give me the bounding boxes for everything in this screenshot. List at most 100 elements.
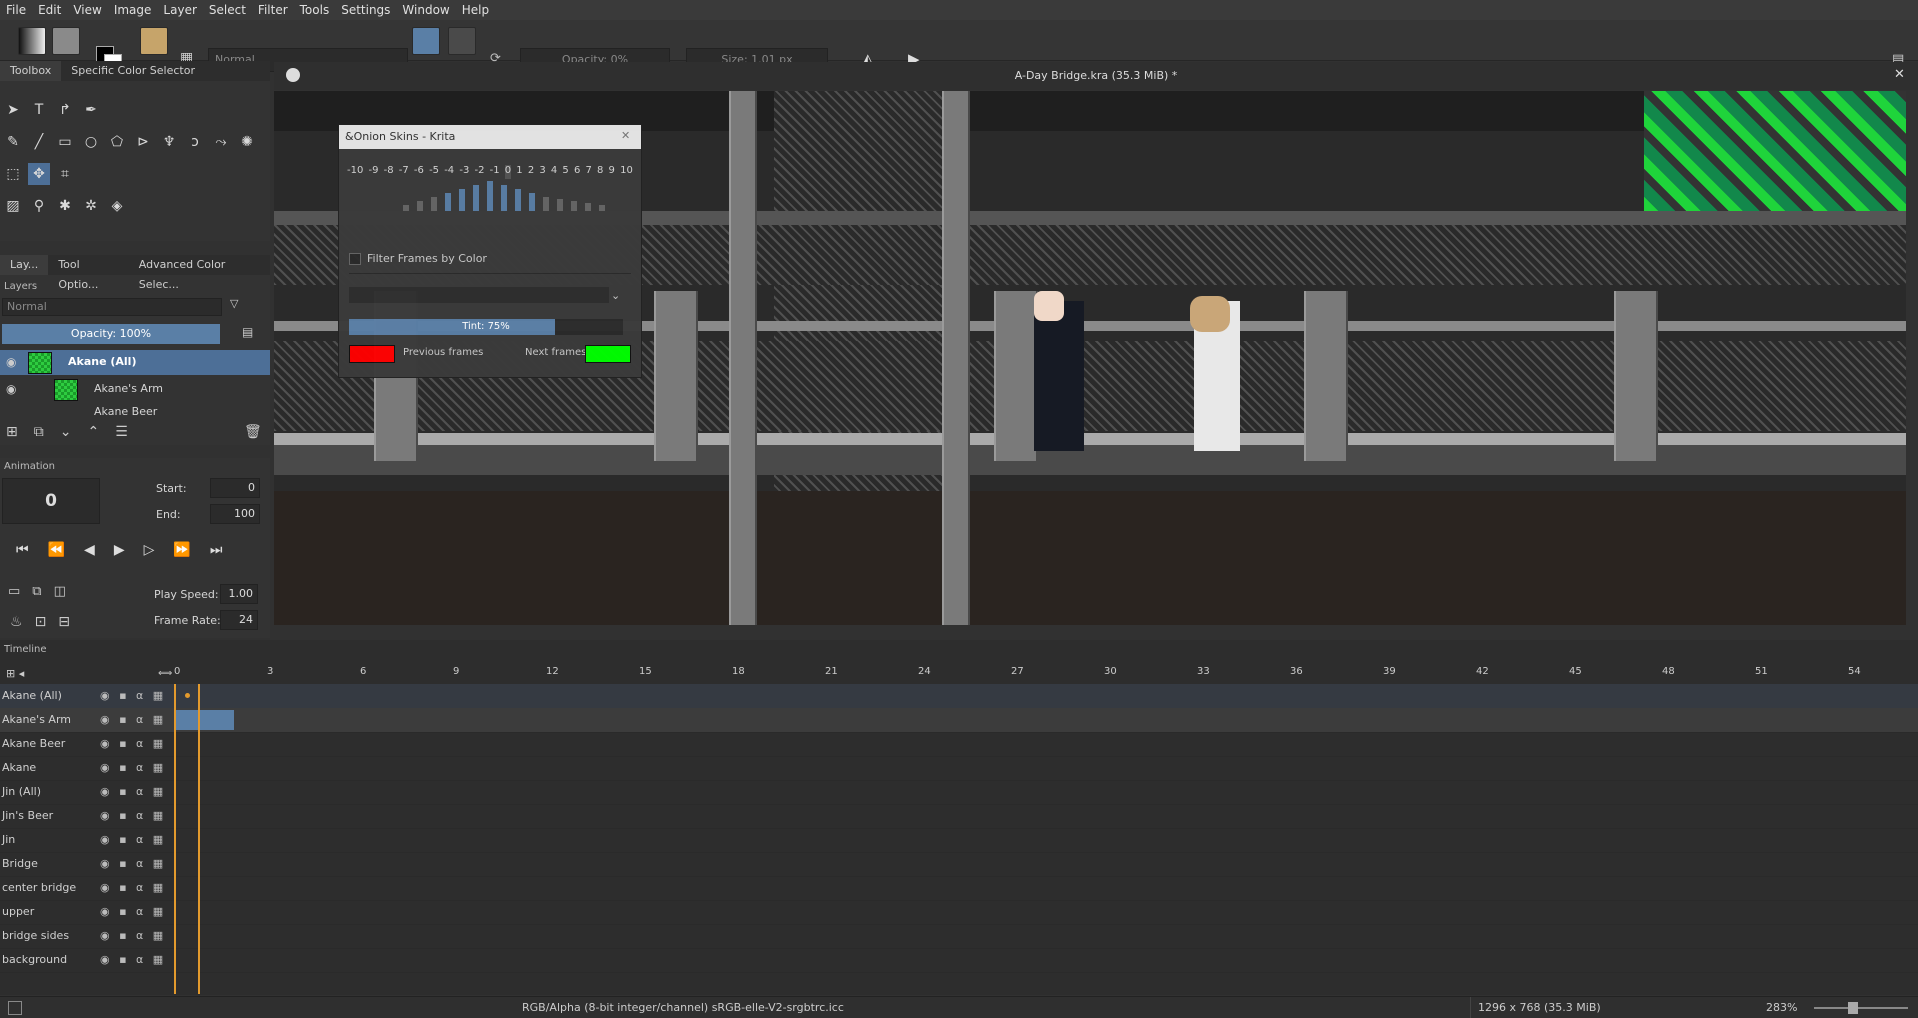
menu-edit[interactable]: Edit: [32, 0, 67, 20]
next-frame-icon[interactable]: ▷: [144, 542, 174, 558]
move-tool-icon[interactable]: ✥: [28, 163, 50, 185]
filter-frames-checkbox[interactable]: [349, 253, 361, 265]
timeline-layer-row[interactable]: Jin ◉ ▪ α ▦: [0, 828, 1918, 853]
tab-layers[interactable]: Lay...: [0, 255, 49, 275]
layer-toggle-icons[interactable]: ◉ ▪ α ▦: [100, 828, 166, 852]
timeline-layer-row[interactable]: Akane's Arm ◉ ▪ α ▦: [0, 708, 1918, 733]
onion-frame-number[interactable]: -9: [369, 165, 379, 179]
menu-select[interactable]: Select: [203, 0, 252, 20]
visibility-eye-icon[interactable]: ◉: [6, 382, 16, 396]
onion-opacity-bar[interactable]: [445, 193, 451, 211]
tab-tool-options[interactable]: Tool Optio...: [48, 255, 128, 291]
layer-toggle-icons[interactable]: ◉ ▪ α ▦: [100, 780, 166, 804]
auto-key-icon[interactable]: ⊟: [58, 614, 82, 630]
edit-shapes-icon[interactable]: ↱: [54, 99, 76, 121]
layer-menu-icon[interactable]: ▤: [242, 325, 253, 339]
onion-opacity-bar[interactable]: [571, 201, 577, 211]
onion-opacity-bar[interactable]: [459, 189, 465, 211]
layer-toggle-icons[interactable]: ◉ ▪ α ▦: [100, 804, 166, 828]
onion-opacity-bar[interactable]: [417, 201, 423, 211]
menu-filter[interactable]: Filter: [252, 0, 294, 20]
onion-frame-number[interactable]: -6: [414, 165, 424, 179]
prev-keyframe-icon[interactable]: ⏪: [48, 542, 84, 558]
layer-row[interactable]: ◉ Akane's Arm: [0, 377, 270, 402]
menu-window[interactable]: Window: [396, 0, 455, 20]
layer-toggle-icons[interactable]: ◉ ▪ α ▦: [100, 756, 166, 780]
color-picker-icon[interactable]: ⚲: [28, 195, 50, 217]
onion-frame-number[interactable]: -2: [474, 165, 484, 179]
smart-patch-icon[interactable]: ✱: [54, 195, 76, 217]
onion-opacity-bar[interactable]: [515, 189, 521, 211]
onion-frame-number[interactable]: -4: [444, 165, 454, 179]
previous-frames-color[interactable]: [349, 345, 395, 363]
transform-tool-icon[interactable]: ⬚: [2, 163, 24, 185]
calligraphy-icon[interactable]: ✒: [80, 99, 102, 121]
select-shapes-icon[interactable]: ➤: [2, 99, 24, 121]
line-tool-icon[interactable]: ╱: [28, 131, 50, 153]
move-up-icon[interactable]: ⌃: [87, 424, 115, 440]
bezier-tool-icon[interactable]: ♆: [158, 131, 180, 153]
onion-frame-number[interactable]: 7: [585, 165, 591, 179]
remove-frame-icon[interactable]: ◫: [54, 584, 78, 599]
fill-tool-icon[interactable]: ◈: [106, 195, 128, 217]
filter-icon[interactable]: ▽: [230, 297, 238, 310]
dynamic-brush-icon[interactable]: ⤳: [210, 131, 232, 153]
onion-frame-number[interactable]: 3: [539, 165, 545, 179]
timeline-layer-row[interactable]: Jin (All) ◉ ▪ α ▦: [0, 780, 1918, 805]
drop-frames-icon[interactable]: ⊡: [35, 614, 59, 630]
timeline-layer-row[interactable]: Bridge ◉ ▪ α ▦: [0, 852, 1918, 877]
layer-row[interactable]: Akane Beer: [0, 403, 270, 417]
eraser-mode-button[interactable]: [412, 27, 440, 55]
onion-opacity-bar[interactable]: [403, 205, 409, 211]
keyframe-marker[interactable]: [185, 693, 190, 698]
last-frame-icon[interactable]: ⏭: [210, 542, 242, 558]
layer-toggle-icons[interactable]: ◉ ▪ α ▦: [100, 708, 166, 732]
onion-frame-number[interactable]: 6: [574, 165, 580, 179]
timeline-layer-row[interactable]: center bridge ◉ ▪ α ▦: [0, 876, 1918, 901]
onion-frame-number[interactable]: -5: [429, 165, 439, 179]
layer-toggle-icons[interactable]: ◉ ▪ α ▦: [100, 684, 166, 708]
rectangle-tool-icon[interactable]: ▭: [54, 131, 76, 153]
chevron-down-icon[interactable]: ⌄: [611, 289, 620, 302]
gradient-tool-icon[interactable]: ▨: [2, 195, 24, 217]
next-keyframe-icon[interactable]: ⏩: [173, 542, 209, 558]
tab-advanced-color-selector[interactable]: Advanced Color Selec...: [129, 255, 270, 291]
move-down-icon[interactable]: ⌄: [60, 424, 88, 440]
delete-layer-icon[interactable]: 🗑: [244, 424, 262, 440]
timeline-layer-row[interactable]: Akane Beer ◉ ▪ α ▦: [0, 732, 1918, 757]
onion-frame-number[interactable]: 5: [562, 165, 568, 179]
current-frame-field[interactable]: 0: [2, 478, 100, 524]
alpha-lock-button[interactable]: [448, 27, 476, 55]
onion-opacity-bar[interactable]: [431, 197, 437, 211]
zoom-slider[interactable]: [1814, 1002, 1908, 1014]
add-frame-icon[interactable]: ▭: [8, 584, 32, 599]
menu-file[interactable]: File: [0, 0, 32, 20]
onion-frame-number[interactable]: 8: [597, 165, 603, 179]
frame-ruler[interactable]: 0 3 6 9 12 15 18 21 24 27 30 33 36 39 42 45 48 51 54: [0, 666, 1918, 684]
onion-opacity-bar[interactable]: [599, 205, 605, 211]
menu-settings[interactable]: Settings: [335, 0, 396, 20]
onion-frame-number[interactable]: 1: [516, 165, 522, 179]
tint-slider[interactable]: Tint: 75%: [349, 319, 623, 335]
onion-opacity-bar[interactable]: [529, 193, 535, 211]
layer-toggle-icons[interactable]: ◉ ▪ α ▦: [100, 876, 166, 900]
onion-frame-number[interactable]: -1: [490, 165, 500, 179]
onion-opacity-bar[interactable]: [501, 185, 507, 211]
pattern-preset-button[interactable]: [52, 27, 80, 55]
playhead[interactable]: [174, 684, 176, 994]
onion-frame-number[interactable]: -7: [399, 165, 409, 179]
first-frame-icon[interactable]: ⏮: [16, 542, 48, 558]
colorize-mask-icon[interactable]: ✲: [80, 195, 102, 217]
layer-toggle-icons[interactable]: ◉ ▪ α ▦: [100, 852, 166, 876]
next-frames-color[interactable]: [585, 345, 631, 363]
tab-toolbox[interactable]: Toolbox: [0, 61, 62, 81]
onion-frame-number[interactable]: -8: [384, 165, 394, 179]
visibility-eye-icon[interactable]: ◉: [6, 355, 16, 369]
menu-help[interactable]: Help: [456, 0, 495, 20]
brush-tool-icon[interactable]: ✎: [2, 131, 24, 153]
timeline-layer-row[interactable]: Akane ◉ ▪ α ▦: [0, 756, 1918, 781]
copy-frame-icon[interactable]: ⧉: [32, 584, 53, 599]
timeline-layer-row[interactable]: Jin's Beer ◉ ▪ α ▦: [0, 804, 1918, 829]
timeline-layer-row[interactable]: upper ◉ ▪ α ▦: [0, 900, 1918, 925]
onion-opacity-bar[interactable]: [585, 203, 591, 211]
